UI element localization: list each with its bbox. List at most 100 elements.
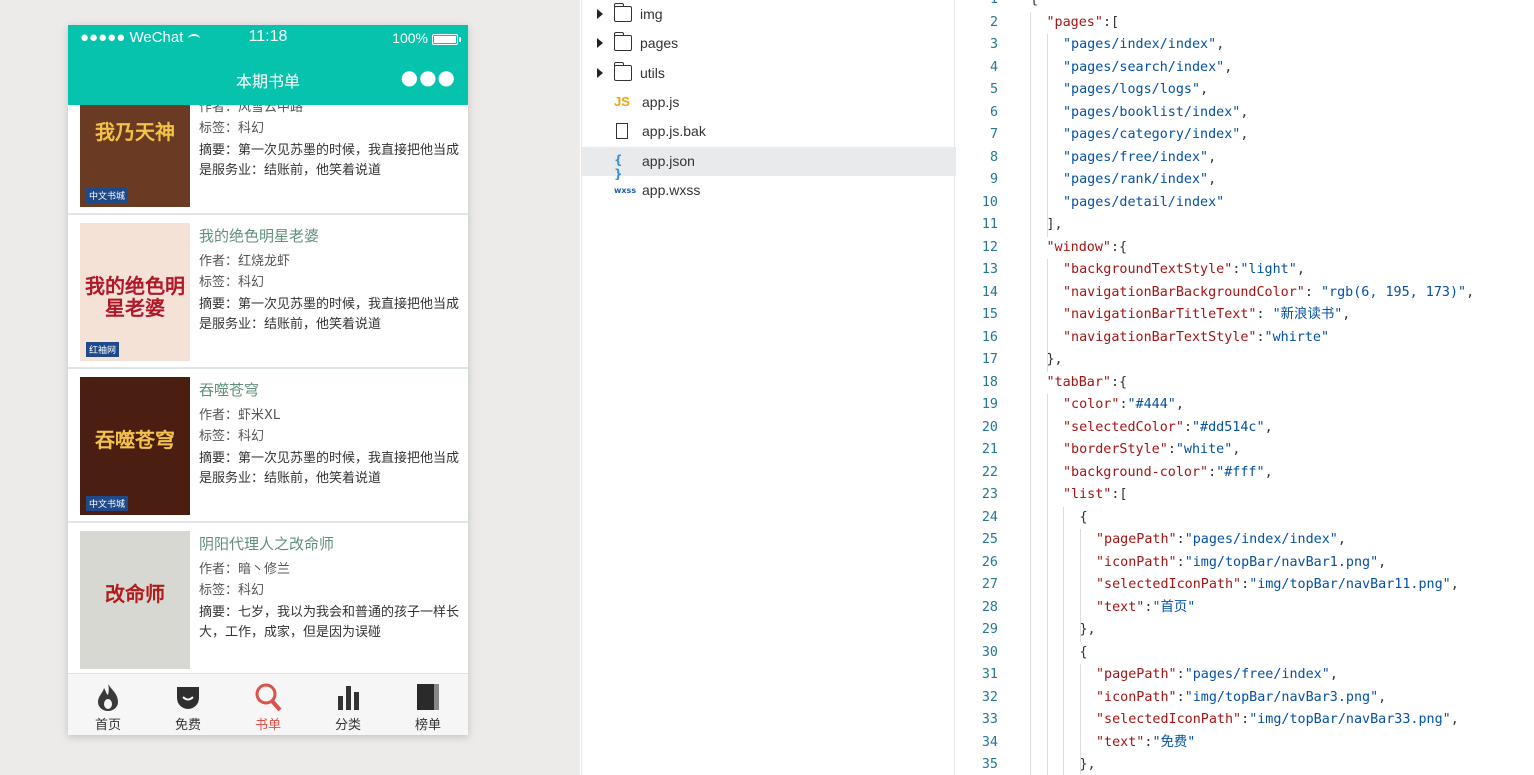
code-line: "text":"首页" [1096, 597, 1195, 620]
code-line: "pages/free/index", [1063, 147, 1216, 170]
code-token: :[ [1111, 487, 1128, 502]
expand-arrow-icon[interactable] [597, 9, 603, 19]
code-token: "selectedIconPath" [1096, 712, 1242, 727]
navigation-bar: 本期书单 ●●● [68, 51, 468, 105]
code-token: , [1450, 712, 1459, 727]
code-line: }, [1080, 754, 1096, 775]
code-token: , [1264, 464, 1273, 480]
file-name: img [640, 6, 663, 22]
file-tree-item[interactable]: wxss app.wxss [582, 176, 956, 205]
code-line: ], [1047, 214, 1063, 237]
code-token: , [1208, 149, 1217, 165]
tab-1[interactable]: 首页 [68, 674, 148, 735]
book-list[interactable]: 我乃天神 中文书城 作者：风雪云中路 标签：科幻 摘要：第一次见苏墨的时候，我直接把他当… [68, 105, 468, 673]
code-token: , [1208, 172, 1217, 187]
file-tree-item[interactable]: pages [582, 29, 956, 58]
file-tree-item[interactable]: { } app.json [582, 146, 956, 181]
book-cover-image[interactable]: 改命师 [80, 531, 190, 669]
tab-label: 首页 [94, 718, 121, 733]
code-token: "pages/free/index" [1184, 667, 1330, 682]
code-token: :{ [1111, 374, 1128, 390]
bar-chart-icon [334, 682, 362, 712]
code-line: "pagePath":"pages/free/index", [1096, 664, 1338, 687]
file-tree-item[interactable]: utils [582, 59, 956, 88]
file-tree-item[interactable]: app.js.bak [582, 117, 956, 146]
code-line: "window":{ [1047, 237, 1128, 260]
file-icon [616, 123, 628, 140]
code-token: "pages/index/index" [1063, 37, 1217, 52]
code-editor[interactable]: 1234567891011121314151617181920212223242… [956, 0, 1534, 775]
wxss-file-icon: wxss [614, 185, 637, 195]
code-line: "text":"免费" [1096, 732, 1195, 755]
code-token: , [1216, 37, 1225, 52]
code-token: "img/topBar/navBar11.png" [1249, 577, 1451, 592]
code-token: : [1256, 329, 1265, 345]
battery-icon [432, 34, 458, 45]
file-name: app.json [642, 152, 695, 169]
book-item[interactable]: 改命师 阴阳代理人之改命师 作者：暗丶修兰 标签：科幻 摘要：七岁，我以为我会和普通的孩… [68, 523, 468, 673]
expand-arrow-icon[interactable] [597, 38, 603, 49]
file-tree-item[interactable]: JS app.js [582, 88, 956, 117]
code-token: : [1176, 554, 1185, 570]
book-item[interactable]: 吞噬苍穹 中文书城 吞噬苍穹 作者：虾米XL 标签：科幻 摘要：第一次见苏墨的时候，我直接… [68, 369, 468, 523]
code-token: : [1241, 577, 1250, 592]
line-number: 6 [989, 104, 998, 120]
code-token: : [1304, 284, 1321, 300]
code-token: }, [1079, 622, 1096, 637]
book-title[interactable]: 阴阳代理人之改命师 [199, 531, 461, 559]
book-cover-image[interactable]: 吞噬苍穹 中文书城 [80, 377, 190, 515]
code-token: "navigationBarTextStyle" [1063, 329, 1257, 345]
book-cover-image[interactable]: 我乃天神 中文书城 [80, 105, 190, 207]
code-token: "pagePath" [1096, 532, 1177, 547]
code-token: "light" [1240, 262, 1297, 277]
book-title[interactable]: 我的绝色明星老婆 [199, 223, 461, 251]
code-token: "background-color" [1063, 464, 1209, 480]
line-number: 1 [956, 0, 998, 12]
code-line: { [1030, 0, 1038, 12]
file-tree: img pages utils JS app.js app.js.bak { } app.js… [581, 0, 956, 775]
code-token: , [1378, 689, 1387, 705]
line-number-gutter: 1234567891011121314151617181920212223242… [956, 0, 1006, 775]
code-line: "pages/booklist/index", [1063, 102, 1248, 125]
line-number: 22 [981, 464, 998, 480]
indent-guide [1079, 529, 1081, 642]
tab-label: 榜单 [414, 718, 441, 733]
code-area[interactable]: {"pages":["pages/index/index","pages/sea… [1030, 0, 1534, 775]
code-token: , [1337, 532, 1346, 547]
code-token: "tabBar" [1046, 374, 1112, 390]
code-token: , [1329, 667, 1338, 682]
line-number: 21 [981, 442, 998, 457]
code-token: :[ [1102, 14, 1120, 30]
code-token: :{ [1111, 239, 1128, 255]
tab-2[interactable]: 免费 [148, 674, 228, 735]
book-item[interactable]: 我的绝色明星老婆 红袖网 我的绝色明星老婆 作者：红烧龙虾 标签：科幻 摘要：第一次见苏墨… [68, 215, 468, 369]
more-menu-icon[interactable]: ●●● [401, 67, 456, 87]
code-token: "borderStyle" [1063, 442, 1168, 457]
book-tag: 标签：科幻 [199, 583, 265, 598]
tab-5[interactable]: 榜单 [388, 674, 468, 735]
book-summary: 摘要：第一次见苏墨的时候，我直接把他当成是服务业：结账前，他笑着说道 [199, 451, 460, 486]
file-tree-item[interactable]: img [582, 0, 956, 29]
code-token: , [1200, 82, 1209, 97]
code-line: { [1080, 507, 1088, 530]
book-title[interactable]: 吞噬苍穹 [199, 377, 461, 405]
expand-arrow-icon[interactable] [597, 67, 603, 78]
code-line: "iconPath":"img/topBar/navBar3.png", [1096, 687, 1386, 710]
js-file-icon: JS [614, 93, 630, 109]
cover-publisher-logo: 红袖网 [86, 342, 120, 357]
line-number: 7 [989, 127, 998, 142]
code-token: : [1167, 442, 1176, 457]
flame-icon [94, 682, 122, 712]
tab-4[interactable]: 分类 [308, 674, 388, 735]
code-token: , [1466, 284, 1475, 300]
code-token: , [1378, 554, 1387, 570]
code-token: : [1241, 712, 1250, 727]
code-line: "navigationBarTextStyle":"whirte" [1063, 327, 1329, 350]
line-number: 16 [981, 329, 998, 345]
book-item[interactable]: 我乃天神 中文书城 作者：风雪云中路 标签：科幻 摘要：第一次见苏墨的时候，我直接把他当… [68, 105, 468, 215]
book-cover-image[interactable]: 我的绝色明星老婆 红袖网 [80, 223, 190, 361]
tab-3[interactable]: 书单 [228, 674, 308, 735]
code-line: }, [1047, 349, 1063, 372]
book-tag: 标签：科幻 [199, 275, 265, 290]
cover-title-art: 改命师 [105, 582, 165, 606]
